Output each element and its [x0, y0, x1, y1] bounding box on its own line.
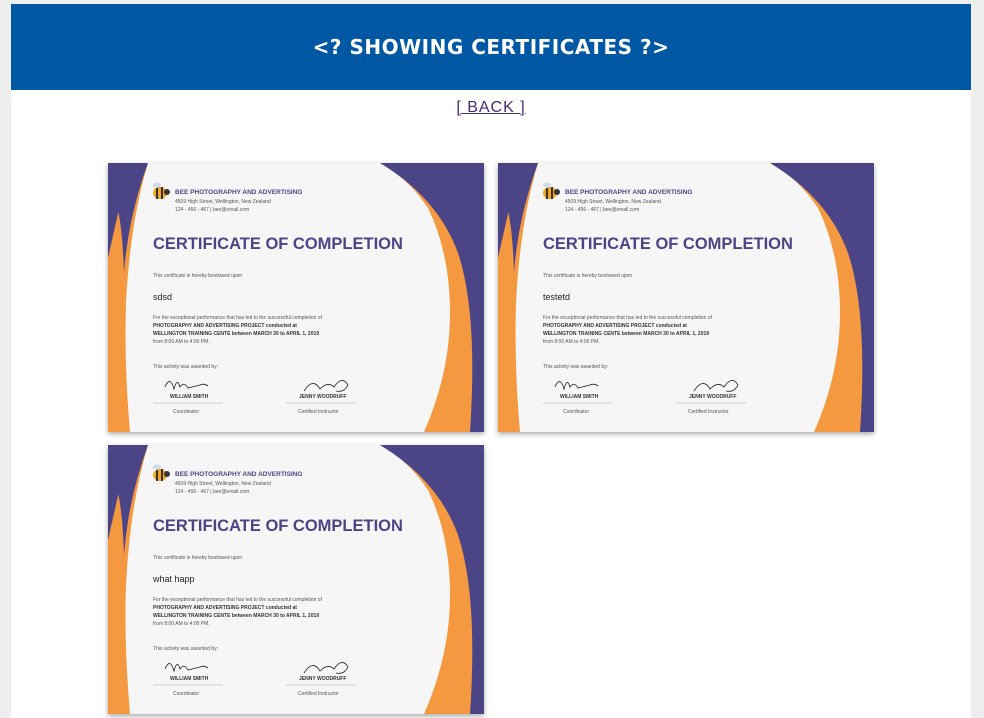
certificate-performance-line3: WELLINGTON TRAINING CENTE between MARCH … [153, 331, 320, 337]
page-title: <? SHOWING CERTIFICATES ?> [312, 35, 670, 59]
page-container: <? SHOWING CERTIFICATES ?> [ BACK ] BEE … [11, 4, 971, 718]
certificate-performance-line4: from 8:00 AM to 4:00 PM. [153, 339, 210, 345]
signer-2-role: Certified Instructor [298, 691, 339, 697]
certificate-card-1[interactable]: BEE PHOTOGRAPHY AND ADVERTISING 4509 Hig… [108, 163, 484, 432]
certificate-bestowed-text: This certificate is hereby bestowed upon [543, 273, 633, 279]
back-link-wrapper: [ BACK ] [11, 99, 971, 117]
certificate-address: 4509 High Street, Wellington, New Zealan… [565, 199, 661, 205]
certificate-performance-line2: PHOTOGRAPHY AND ADVERTISING PROJECT cond… [153, 605, 297, 611]
certificate-recipient: what happ [153, 574, 195, 584]
certificate-address: 4509 High Street, Wellington, New Zealan… [175, 199, 271, 205]
certificate-awarded-by: This activity was awarded by: [153, 646, 219, 652]
certificate-contact: 124 - 456 - 467 | bee@email.com [175, 207, 250, 213]
signer-1-role: Coordinator [563, 409, 590, 415]
certificate-performance-line3: WELLINGTON TRAINING CENTE between MARCH … [543, 331, 710, 337]
signer-1-role: Coordinator [173, 409, 200, 415]
certificate-card-3[interactable]: BEE PHOTOGRAPHY AND ADVERTISING 4509 Hig… [108, 445, 484, 714]
certificate-address: 4509 High Street, Wellington, New Zealan… [175, 481, 271, 487]
certificate-bestowed-text: This certificate is hereby bestowed upon [153, 555, 243, 561]
certificate-bestowed-text: This certificate is hereby bestowed upon [153, 273, 243, 279]
certificate-contact: 124 - 456 - 467 | bee@email.com [565, 207, 640, 213]
certificate-performance-line2: PHOTOGRAPHY AND ADVERTISING PROJECT cond… [543, 323, 687, 329]
certificate-recipient: testetd [543, 292, 571, 302]
certificate-company: BEE PHOTOGRAPHY AND ADVERTISING [175, 189, 303, 196]
certificate-company: BEE PHOTOGRAPHY AND ADVERTISING [565, 189, 693, 196]
certificate-performance-line1: For the exceptional performance that has… [543, 315, 712, 321]
signer-1-role: Coordinator [173, 691, 200, 697]
signer-2-role: Certified Instructor [688, 409, 729, 415]
signer-2-name: JENNY WOODRUFF [299, 394, 347, 400]
certificate-performance-line3: WELLINGTON TRAINING CENTE between MARCH … [153, 613, 320, 619]
certificate-performance-line2: PHOTOGRAPHY AND ADVERTISING PROJECT cond… [153, 323, 297, 329]
page-header: <? SHOWING CERTIFICATES ?> [11, 4, 971, 90]
certificate-awarded-by: This activity was awarded by: [543, 364, 609, 370]
signer-1-name: WILLIAM SMITH [560, 394, 599, 400]
signer-1-name: WILLIAM SMITH [170, 394, 209, 400]
certificate-title: CERTIFICATE OF COMPLETION [543, 235, 793, 253]
certificate-performance-line1: For the exceptional performance that has… [153, 315, 322, 321]
certificate-performance-line4: from 8:00 AM to 4:00 PM. [153, 621, 210, 627]
certificate-awarded-by: This activity was awarded by: [153, 364, 219, 370]
certificate-card-2[interactable]: BEE PHOTOGRAPHY AND ADVERTISING 4509 Hig… [498, 163, 874, 432]
back-link[interactable]: [ BACK ] [456, 99, 525, 116]
certificate-title: CERTIFICATE OF COMPLETION [153, 517, 403, 535]
certificate-performance-line1: For the exceptional performance that has… [153, 597, 322, 603]
certificate-contact: 124 - 456 - 467 | bee@email.com [175, 489, 250, 495]
certificate-title: CERTIFICATE OF COMPLETION [153, 235, 403, 253]
signer-2-name: JENNY WOODRUFF [299, 676, 347, 682]
certificate-recipient: sdsd [153, 292, 173, 302]
signer-1-name: WILLIAM SMITH [170, 676, 209, 682]
signer-2-name: JENNY WOODRUFF [689, 394, 737, 400]
signer-2-role: Certified Instructor [298, 409, 339, 415]
certificate-performance-line4: from 8:00 AM to 4:00 PM. [543, 339, 600, 345]
certificate-company: BEE PHOTOGRAPHY AND ADVERTISING [175, 471, 303, 478]
